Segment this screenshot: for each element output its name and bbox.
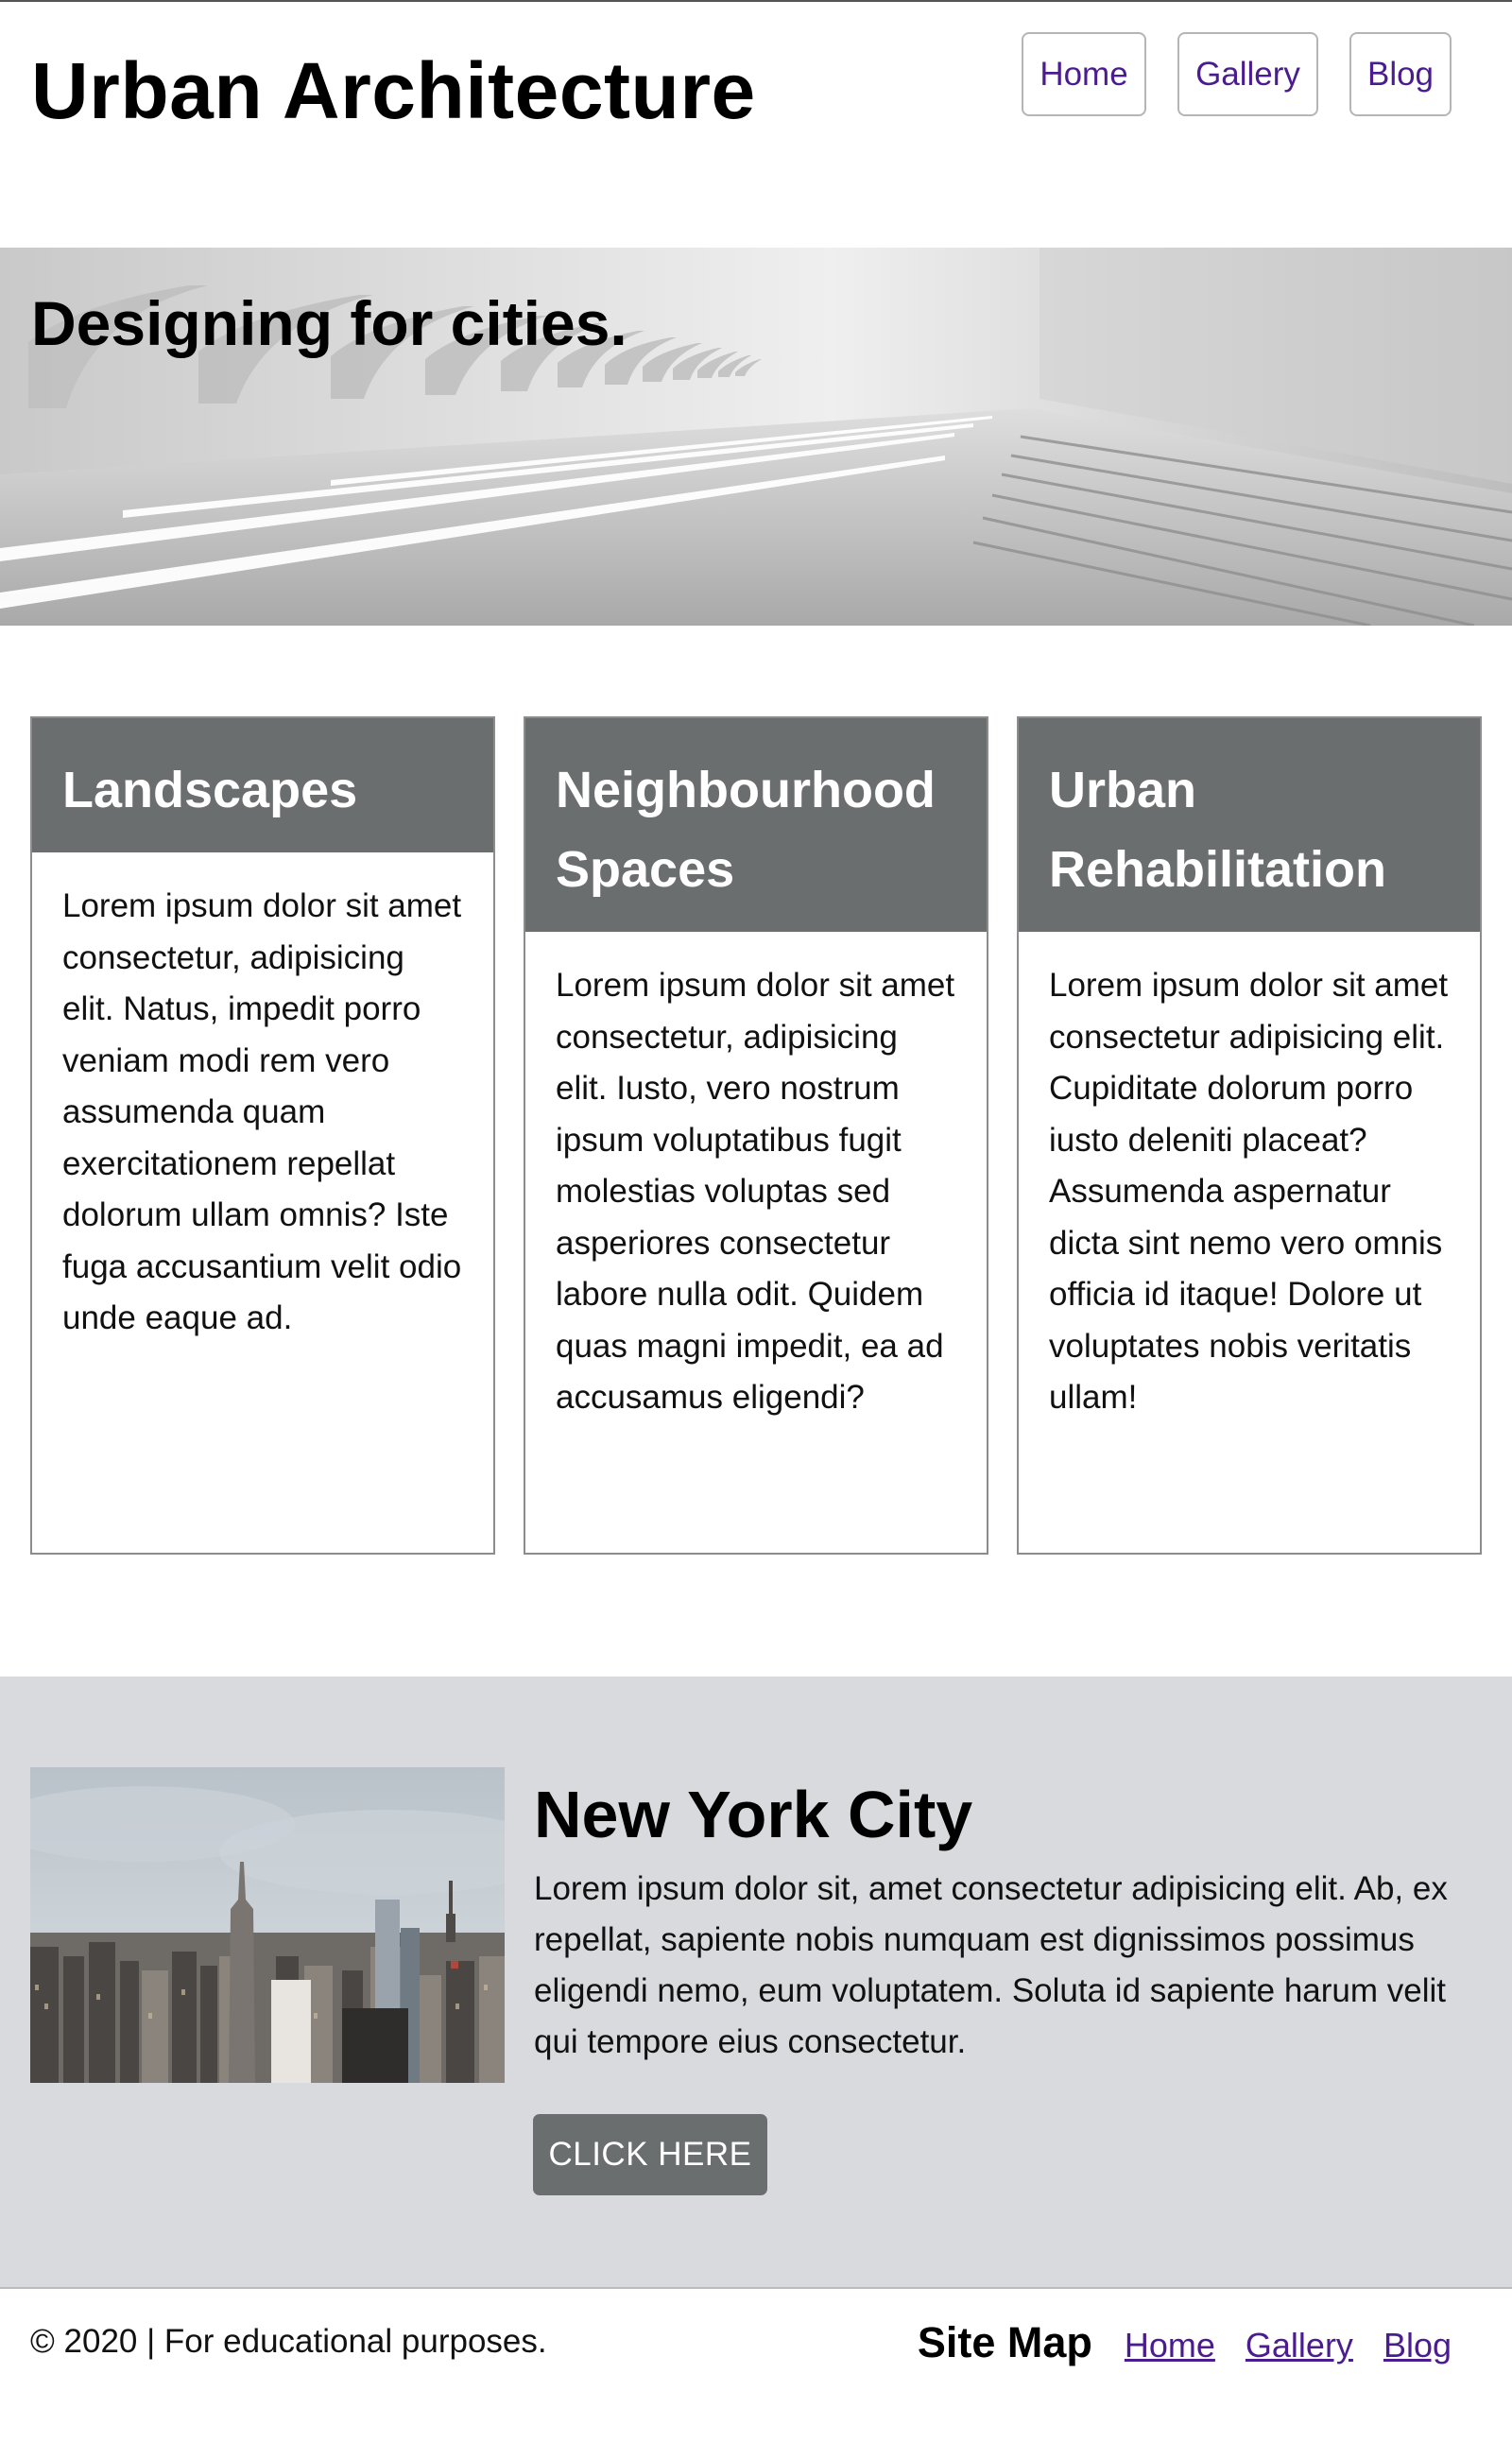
nyc-skyline-image bbox=[30, 1767, 505, 2083]
hero-title: Designing for cities. bbox=[31, 288, 627, 358]
feature-section: New York City Lorem ipsum dolor sit, ame… bbox=[0, 1677, 1512, 2287]
nav-home-button[interactable]: Home bbox=[1022, 32, 1146, 116]
site-map-title: Site Map bbox=[917, 2318, 1092, 2366]
footer-link-home[interactable]: Home bbox=[1125, 2326, 1215, 2365]
site-map: Site Map Home Gallery Blog bbox=[918, 2318, 1452, 2367]
top-border-line bbox=[0, 0, 1512, 2]
click-here-button[interactable]: CLICK HERE bbox=[533, 2114, 767, 2195]
footer-link-gallery[interactable]: Gallery bbox=[1246, 2326, 1353, 2365]
nav-gallery-button[interactable]: Gallery bbox=[1177, 32, 1318, 116]
card-text: Lorem ipsum dolor sit amet consectetur, … bbox=[62, 887, 462, 1336]
footer-link-blog[interactable]: Blog bbox=[1383, 2326, 1452, 2365]
footer-divider bbox=[0, 2287, 1512, 2289]
feature-text: Lorem ipsum dolor sit, amet consectetur … bbox=[534, 1870, 1448, 2060]
hero-banner: Designing for cities. bbox=[0, 248, 1512, 626]
card-title: Landscapes bbox=[32, 718, 493, 852]
main-nav: Home Gallery Blog bbox=[1022, 32, 1452, 116]
card-row: Landscapes Lorem ipsum dolor sit amet co… bbox=[30, 716, 1482, 1555]
card-title: Neighbourhood Spaces bbox=[525, 718, 987, 932]
nav-blog-button[interactable]: Blog bbox=[1349, 32, 1452, 116]
card-text: Lorem ipsum dolor sit amet consectetur a… bbox=[1049, 967, 1449, 1416]
card-urban-rehabilitation: Urban Rehabilitation Lorem ipsum dolor s… bbox=[1017, 716, 1482, 1555]
card-landscapes: Landscapes Lorem ipsum dolor sit amet co… bbox=[30, 716, 495, 1555]
site-title: Urban Architecture bbox=[31, 46, 756, 135]
card-title: Urban Rehabilitation bbox=[1019, 718, 1480, 932]
copyright-text: © 2020 | For educational purposes. bbox=[30, 2323, 547, 2360]
feature-title: New York City bbox=[534, 1778, 973, 1851]
card-neighbourhood-spaces: Neighbourhood Spaces Lorem ipsum dolor s… bbox=[524, 716, 988, 1555]
card-text: Lorem ipsum dolor sit amet consectetur, … bbox=[556, 967, 955, 1416]
